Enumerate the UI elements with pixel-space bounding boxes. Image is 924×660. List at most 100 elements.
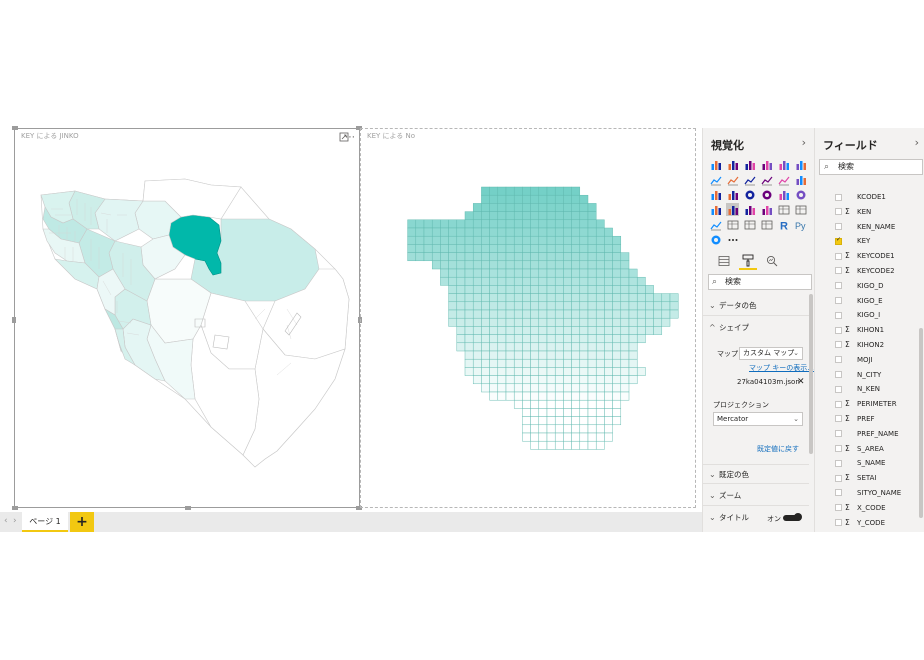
line-column-icon[interactable] — [760, 173, 773, 186]
funnel-icon[interactable] — [743, 203, 756, 216]
field-checkbox[interactable] — [835, 341, 842, 349]
title-toggle-switch[interactable] — [783, 513, 802, 521]
100-column-icon[interactable] — [794, 158, 807, 171]
stacked-area-icon[interactable] — [743, 173, 756, 186]
map-keys-link[interactable]: マップ キーの表示... — [749, 363, 814, 373]
line-chart-icon[interactable] — [709, 173, 722, 186]
field-checkbox[interactable] — [835, 267, 842, 275]
field-item[interactable]: N_KEN — [815, 382, 921, 397]
line-clustered-icon[interactable] — [777, 173, 790, 186]
field-checkbox[interactable] — [835, 474, 842, 482]
field-item[interactable]: Σ KEN — [815, 205, 921, 220]
field-item[interactable]: Σ SETAI — [815, 471, 921, 486]
field-checkbox[interactable] — [835, 297, 842, 305]
revert-to-default-link[interactable]: 既定値に戻す — [757, 444, 799, 454]
more-visuals-icon[interactable] — [726, 233, 739, 246]
field-checkbox[interactable] — [835, 459, 842, 467]
field-item[interactable]: KCODE1 — [815, 190, 921, 205]
remove-file-icon[interactable]: ✕ — [797, 377, 805, 387]
field-item[interactable]: KIGO_I — [815, 308, 921, 323]
field-checkbox[interactable] — [835, 445, 842, 453]
next-page-icon[interactable]: › — [13, 516, 17, 526]
field-checkbox[interactable] — [835, 489, 842, 497]
r-visual-icon[interactable]: R — [777, 218, 790, 231]
ribbon-chart-icon[interactable] — [794, 173, 807, 186]
treemap-icon[interactable] — [777, 188, 790, 201]
area-chart-icon[interactable] — [726, 173, 739, 186]
field-checkbox[interactable] — [835, 385, 842, 393]
field-checkbox[interactable] — [835, 252, 842, 260]
filled-map-icon[interactable] — [709, 203, 722, 216]
field-item[interactable]: Σ S_AREA — [815, 442, 921, 457]
section-default-colors[interactable]: ⌄ 既定の色 — [703, 464, 809, 484]
field-checkbox[interactable] — [835, 400, 842, 408]
shape-map-icon[interactable] — [726, 203, 739, 216]
100-bar-icon[interactable] — [777, 158, 790, 171]
multirow-card-icon[interactable] — [794, 203, 807, 216]
globe-visual-icon[interactable] — [709, 233, 722, 246]
section-zoom[interactable]: ⌄ ズーム — [703, 486, 809, 506]
field-item[interactable]: PREF_NAME — [815, 427, 921, 442]
stacked-column-icon[interactable] — [726, 158, 739, 171]
collapse-chevron-icon[interactable]: › — [802, 136, 806, 149]
field-checkbox[interactable] — [835, 504, 842, 512]
kpi-icon[interactable] — [709, 218, 722, 231]
section-data-colors[interactable]: ⌄ データの色 — [703, 296, 809, 316]
gauge-icon[interactable] — [760, 203, 773, 216]
matrix-icon[interactable] — [760, 218, 773, 231]
table-icon[interactable] — [743, 218, 756, 231]
format-pane-scrollbar[interactable] — [809, 294, 813, 454]
format-search-input[interactable]: ⌕ 検索 — [708, 274, 812, 290]
scatter-icon[interactable] — [726, 188, 739, 201]
field-item[interactable]: MOJI — [815, 353, 921, 368]
stacked-bar-icon[interactable] — [709, 158, 722, 171]
field-checkbox[interactable] — [835, 193, 842, 201]
map-icon[interactable] — [794, 188, 807, 201]
grid-map-visual[interactable]: KEY による No — [360, 128, 696, 508]
prev-page-icon[interactable]: ‹ — [4, 516, 8, 526]
field-item[interactable]: Σ KIHON2 — [815, 338, 921, 353]
fields-tab-icon[interactable] — [715, 252, 733, 270]
field-checkbox[interactable] — [835, 519, 842, 527]
fields-pane-scrollbar[interactable] — [919, 328, 923, 518]
filled-map-visual[interactable]: KEY による JINKO ⋯ — [12, 126, 362, 510]
projection-select[interactable]: Mercator ⌄ — [713, 412, 803, 426]
field-checkbox[interactable] — [835, 282, 842, 290]
page-tab[interactable]: ページ 1 — [22, 512, 68, 532]
field-checkbox[interactable] — [835, 223, 842, 231]
analytics-magnifier-icon[interactable] — [763, 252, 781, 270]
field-item[interactable]: Σ KIHON1 — [815, 323, 921, 338]
field-item[interactable]: S_NAME — [815, 456, 921, 471]
card-icon[interactable] — [777, 203, 790, 216]
field-item[interactable]: Σ X_CODE — [815, 501, 921, 516]
field-item[interactable]: N_CITY — [815, 368, 921, 383]
clustered-bar-icon[interactable] — [743, 158, 756, 171]
pie-chart-icon[interactable] — [743, 188, 756, 201]
slicer-icon[interactable] — [726, 218, 739, 231]
field-checkbox[interactable] — [835, 430, 842, 438]
donut-chart-icon[interactable] — [760, 188, 773, 201]
format-paint-roller-icon[interactable] — [739, 252, 757, 270]
field-item[interactable]: Σ PERIMETER — [815, 397, 921, 412]
field-item[interactable]: KIGO_D — [815, 279, 921, 294]
fields-search-input[interactable]: ⌕ 検索 — [819, 159, 923, 175]
field-checkbox[interactable] — [835, 356, 842, 364]
field-checkbox[interactable] — [835, 235, 842, 245]
python-visual-icon[interactable]: Py — [794, 218, 807, 231]
field-checkbox[interactable] — [835, 326, 842, 334]
field-item[interactable]: Σ Y_CODE — [815, 516, 921, 531]
field-item[interactable]: Σ KEYCODE1 — [815, 249, 921, 264]
field-item[interactable]: Σ KEYCODE2 — [815, 264, 921, 279]
field-checkbox[interactable] — [835, 208, 842, 216]
field-checkbox[interactable] — [835, 311, 842, 319]
add-page-button[interactable]: + — [70, 512, 94, 532]
field-item[interactable]: SITYO_NAME — [815, 486, 921, 501]
waterfall-icon[interactable] — [709, 188, 722, 201]
clustered-column-icon[interactable] — [760, 158, 773, 171]
collapse-chevron-icon[interactable]: › — [915, 136, 919, 149]
field-checkbox[interactable] — [835, 371, 842, 379]
field-checkbox[interactable] — [835, 415, 842, 423]
field-item[interactable]: KEN_NAME — [815, 220, 921, 235]
section-shape[interactable]: ^ シェイプ — [703, 318, 809, 338]
field-item[interactable]: Σ PREF — [815, 412, 921, 427]
